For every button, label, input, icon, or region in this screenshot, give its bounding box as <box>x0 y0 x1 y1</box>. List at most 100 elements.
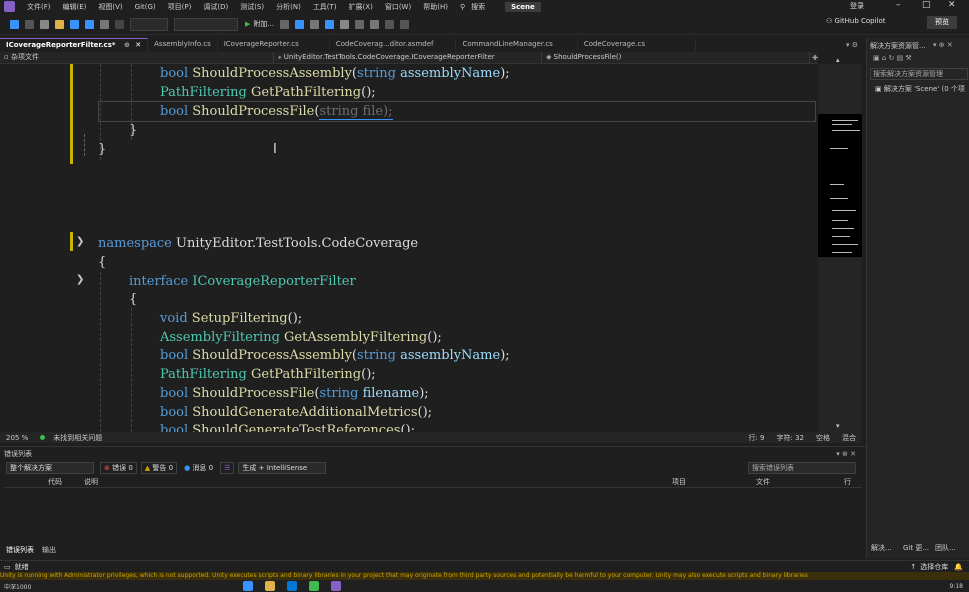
panel-controls-icon[interactable]: ▾ ⊕ ✕ <box>933 41 953 49</box>
member-dropdown[interactable]: ◈ ShouldProcessFile() <box>542 52 811 63</box>
github-copilot-button[interactable]: ⚇ GitHub Copilot <box>826 17 886 25</box>
tab-commandlinemanager[interactable]: CommandLineManager.cs <box>456 38 578 51</box>
project-dropdown[interactable]: ▫ 杂项文件 <box>0 52 274 63</box>
solution-tree-item[interactable]: ▣ 解决方案 'Scene' (0 个项 <box>875 84 965 94</box>
filter-icon[interactable]: ☰ <box>220 461 235 474</box>
taskbar-app-icon[interactable] <box>309 581 320 591</box>
minimap-scrollbar[interactable]: ▴ ▾ <box>818 56 862 432</box>
indent-guide <box>84 134 85 156</box>
platform-combo[interactable] <box>174 17 238 31</box>
close-icon[interactable]: ✕ <box>948 0 956 10</box>
start-icon[interactable] <box>221 581 231 591</box>
taskbar-folder-icon[interactable] <box>265 581 276 591</box>
undo-icon[interactable] <box>100 19 109 29</box>
keyword: namespace <box>98 236 172 251</box>
collapse-chevron-icon[interactable]: ❯ <box>76 274 84 285</box>
weather-widget[interactable]: 中深1000 <box>4 582 31 591</box>
tab-icoveragereporterfilter[interactable]: ICoverageReporterFilter.cs* ⊕ ✕ <box>0 37 149 52</box>
tab-icoveragereporter[interactable]: ICoverageReporter.cs <box>218 38 330 51</box>
maximize-icon[interactable]: □ <box>922 0 931 10</box>
new-item-icon[interactable] <box>40 19 49 29</box>
issues-indicator[interactable]: 未找到相关问题 <box>40 433 108 443</box>
tab-codecoverage[interactable]: CodeCoverage.cs <box>578 38 696 51</box>
toolbar-format-icon[interactable] <box>340 19 350 29</box>
menu-test[interactable]: 测试(S) <box>234 2 270 12</box>
pin-icon[interactable]: ⊕ <box>124 41 130 49</box>
toolbar-window-icon[interactable] <box>295 19 305 29</box>
tab-error-list[interactable]: 错误列表 <box>6 545 34 555</box>
attach-button[interactable]: 附加... <box>253 19 274 29</box>
line-indicator[interactable]: 行: 9 <box>748 433 764 443</box>
menu-window[interactable]: 窗口(W) <box>379 2 417 12</box>
menu-git[interactable]: Git(G) <box>129 3 162 11</box>
tab-close-icon[interactable]: ✕ <box>135 41 141 49</box>
bookmark-prev-icon[interactable] <box>385 19 395 29</box>
select-repository-button[interactable]: 选择仓库 <box>920 562 948 572</box>
scroll-up-icon[interactable]: ▴ <box>836 56 840 64</box>
preview-button[interactable]: 预览 <box>927 16 957 29</box>
menu-extensions[interactable]: 扩展(X) <box>343 2 379 12</box>
tab-git-changes[interactable]: Git 更... <box>903 543 929 553</box>
taskbar-app-icon[interactable] <box>287 581 298 591</box>
redo-icon[interactable] <box>115 19 124 29</box>
menu-tools[interactable]: 工具(T) <box>307 2 343 12</box>
column-file[interactable]: 文件 <box>756 477 770 487</box>
char-indicator[interactable]: 字符: 32 <box>777 433 805 443</box>
tab-solution-explorer[interactable]: 解决... <box>871 543 892 553</box>
toolbar-tool-icon[interactable] <box>280 19 290 29</box>
zoom-level[interactable]: 205 % <box>6 434 28 442</box>
menu-file[interactable]: 文件(F) <box>21 2 57 12</box>
split-editor-icon[interactable]: ✚ <box>812 54 818 62</box>
menu-help[interactable]: 帮助(H) <box>417 2 454 12</box>
navigate-back-icon[interactable] <box>10 19 19 29</box>
tab-team[interactable]: 团队... <box>935 543 956 553</box>
solution-toolbar-icons[interactable]: ▣ ⌂ ↻ ▤ ⚒ <box>873 54 912 62</box>
menu-search[interactable]: 搜索 <box>465 2 491 12</box>
whitespace-indicator[interactable]: 空格 <box>816 433 830 443</box>
tab-codecoverage-asmdef[interactable]: CodeCoverag...ditor.asmdef <box>330 38 457 51</box>
save-icon[interactable] <box>70 19 79 29</box>
menu-edit[interactable]: 编辑(E) <box>57 2 93 12</box>
menu-analyze[interactable]: 分析(N) <box>270 2 307 12</box>
tab-output[interactable]: 输出 <box>42 545 56 555</box>
login-button[interactable]: 登录 <box>850 1 864 11</box>
build-dropdown[interactable]: 生成 + IntelliSense <box>238 461 327 474</box>
scope-dropdown[interactable]: 整个解决方案 <box>6 461 94 474</box>
column-project[interactable]: 项目 <box>672 477 686 487</box>
tab-list-icon[interactable]: ▾ ⚙ <box>846 41 862 49</box>
error-search-input[interactable]: 搜索错误列表 <box>748 461 856 474</box>
configuration-combo[interactable] <box>130 17 168 31</box>
notifications-icon[interactable]: 🔔 <box>954 563 963 571</box>
menu-debug[interactable]: 调试(D) <box>197 2 234 12</box>
tab-assemblyinfo[interactable]: AssemblyInfo.cs <box>148 38 218 51</box>
panel-controls-icon[interactable]: ▾ ⊕ ✕ <box>836 450 856 458</box>
source-control-icon[interactable]: ↑ <box>910 563 916 571</box>
toolbar-layout-icon[interactable] <box>310 19 320 29</box>
messages-filter[interactable]: ● 消息 0 <box>181 463 216 473</box>
toolbar-step-icon[interactable] <box>325 19 335 29</box>
column-code[interactable]: 代码 <box>48 477 62 487</box>
collapse-chevron-icon[interactable]: ❯ <box>76 236 84 247</box>
taskbar-vs-icon[interactable] <box>331 581 342 591</box>
navigate-forward-icon[interactable] <box>25 19 34 29</box>
save-all-icon[interactable] <box>85 19 94 29</box>
line-ending-indicator[interactable]: 混合 <box>842 433 856 443</box>
column-line[interactable]: 行 <box>844 477 851 487</box>
taskbar-app-icon[interactable] <box>243 581 254 591</box>
minimize-icon[interactable]: – <box>896 0 901 10</box>
solution-search-input[interactable]: 搜索解决方案资源管理 <box>870 68 968 80</box>
toolbar-indent-icon[interactable] <box>355 19 365 29</box>
type-dropdown[interactable]: ⁎ UnityEditor.TestTools.CodeCoverage.ICo… <box>274 52 543 63</box>
open-folder-icon[interactable] <box>55 19 64 29</box>
menu-view[interactable]: 视图(V) <box>92 2 128 12</box>
warnings-filter[interactable]: ▲ 警告 0 <box>140 461 178 474</box>
menu-project[interactable]: 项目(P) <box>162 2 198 12</box>
play-icon[interactable]: ▶ <box>245 20 250 28</box>
os-taskbar: 中深1000 9:18 <box>0 580 969 592</box>
bookmark-icon[interactable] <box>370 19 380 29</box>
scroll-down-icon[interactable]: ▾ <box>836 422 840 430</box>
bookmark-next-icon[interactable] <box>400 19 410 29</box>
errors-filter[interactable]: ⊗ 错误 0 <box>100 461 137 474</box>
code-editor[interactable]: bool ShouldProcessAssembly(string assemb… <box>0 64 818 432</box>
column-description[interactable]: 说明 <box>84 477 98 487</box>
